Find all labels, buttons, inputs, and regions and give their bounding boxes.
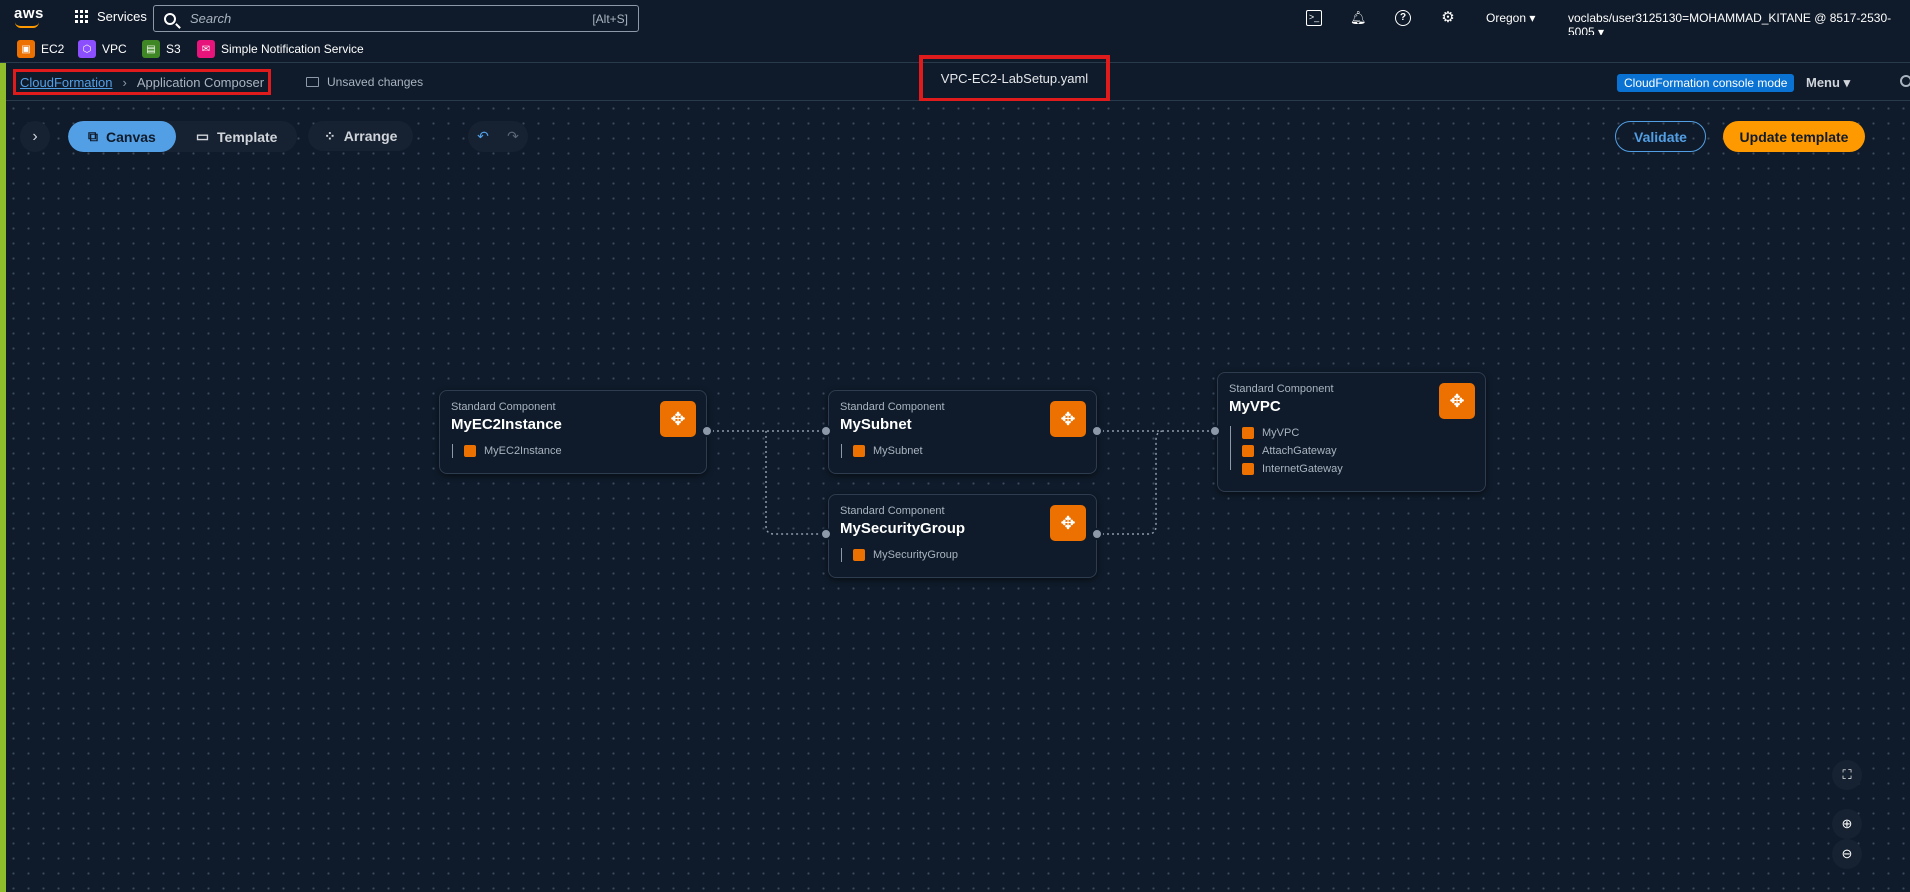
component-name: MySubnet	[840, 416, 912, 433]
component-card-ec2[interactable]: Standard Component MyEC2Instance ✥ MyEC2…	[439, 390, 707, 474]
resource-icon	[1242, 427, 1254, 439]
move-icon[interactable]: ✥	[1439, 383, 1475, 419]
resource-icon	[1242, 463, 1254, 475]
resource-label: MySubnet	[873, 445, 923, 457]
component-name: MyVPC	[1229, 398, 1281, 415]
connection-port[interactable]	[701, 425, 713, 437]
resource-label: MySecurityGroup	[873, 549, 958, 561]
resource-item[interactable]: MySubnet	[853, 445, 923, 457]
resource-label: InternetGateway	[1262, 463, 1343, 475]
connection-port[interactable]	[1091, 425, 1103, 437]
fit-view-icon[interactable]: ⛶	[1832, 760, 1862, 790]
connection-port[interactable]	[1209, 425, 1221, 437]
resource-item[interactable]: MySecurityGroup	[853, 549, 958, 561]
move-icon[interactable]: ✥	[1050, 505, 1086, 541]
resource-icon	[1242, 445, 1254, 457]
edge-sg-vpc	[1097, 430, 1165, 535]
zoom-in-icon[interactable]: ⊕	[1832, 809, 1862, 839]
component-card-subnet[interactable]: Standard Component MySubnet ✥ MySubnet	[828, 390, 1097, 474]
resource-icon	[464, 445, 476, 457]
resource-item[interactable]: InternetGateway	[1242, 463, 1343, 475]
resource-item[interactable]: MyVPC	[1242, 427, 1299, 439]
component-kind: Standard Component	[840, 401, 945, 413]
resource-line	[841, 444, 842, 458]
resource-label: MyVPC	[1262, 427, 1300, 439]
resource-item[interactable]: AttachGateway	[1242, 445, 1337, 457]
resource-item[interactable]: MyEC2Instance	[464, 445, 562, 457]
connection-port[interactable]	[1091, 528, 1103, 540]
connection-port[interactable]	[820, 528, 832, 540]
component-kind: Standard Component	[451, 401, 556, 413]
resource-icon	[853, 549, 865, 561]
resource-icon	[853, 445, 865, 457]
resource-label: MyEC2Instance	[484, 445, 562, 457]
component-name: MySecurityGroup	[840, 520, 966, 537]
component-card-vpc[interactable]: Standard Component MyVPC ✥ MyVPC AttachG…	[1217, 372, 1486, 492]
resource-line	[1230, 426, 1231, 470]
edge-ec2-sg	[765, 431, 826, 535]
zoom-out-icon[interactable]: ⊖	[1832, 839, 1862, 869]
resource-label: AttachGateway	[1262, 445, 1337, 457]
connection-port[interactable]	[820, 425, 832, 437]
component-kind: Standard Component	[840, 505, 945, 517]
move-icon[interactable]: ✥	[660, 401, 696, 437]
resource-line	[841, 548, 842, 562]
component-kind: Standard Component	[1229, 383, 1334, 395]
resource-line	[452, 444, 453, 458]
move-icon[interactable]: ✥	[1050, 401, 1086, 437]
component-name: MyEC2Instance	[451, 416, 562, 433]
component-card-security-group[interactable]: Standard Component MySecurityGroup ✥ MyS…	[828, 494, 1097, 578]
